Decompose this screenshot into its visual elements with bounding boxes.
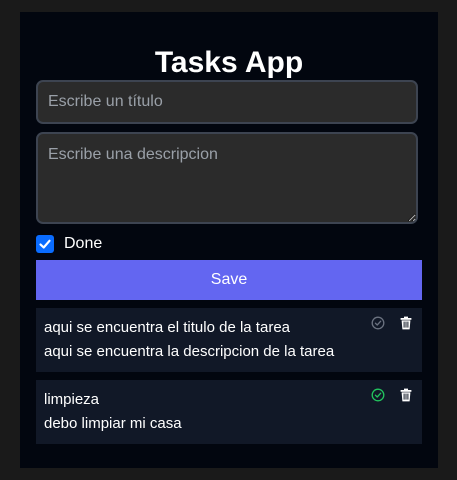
task-title: limpieza bbox=[44, 391, 100, 408]
task-description: aqui se encuentra la descripcion de la t… bbox=[44, 343, 335, 360]
check-circle-icon bbox=[371, 388, 385, 402]
app-title: Tasks App bbox=[154, 46, 304, 79]
title-input[interactable] bbox=[36, 80, 418, 124]
tasks-card: Tasks App Done Save aqui se encuentra el… bbox=[20, 12, 438, 468]
delete-button[interactable] bbox=[398, 315, 414, 331]
task-item: limpieza debo limpiar mi casa bbox=[36, 380, 422, 444]
task-item: aqui se encuentra el titulo de la tarea … bbox=[36, 308, 422, 372]
done-row[interactable]: Done bbox=[36, 234, 102, 254]
task-title: aqui se encuentra el titulo de la tarea bbox=[44, 319, 290, 336]
toggle-done-button[interactable] bbox=[370, 315, 386, 331]
description-input[interactable] bbox=[36, 132, 418, 224]
save-button[interactable]: Save bbox=[36, 260, 422, 300]
delete-button[interactable] bbox=[398, 387, 414, 403]
task-description: debo limpiar mi casa bbox=[44, 415, 182, 432]
check-circle-icon bbox=[371, 316, 385, 330]
done-label: Done bbox=[64, 235, 103, 252]
trash-icon bbox=[400, 388, 412, 402]
checkmark-icon bbox=[39, 239, 51, 249]
trash-icon bbox=[400, 316, 412, 330]
done-checkbox[interactable] bbox=[36, 235, 54, 253]
toggle-done-button[interactable] bbox=[370, 387, 386, 403]
